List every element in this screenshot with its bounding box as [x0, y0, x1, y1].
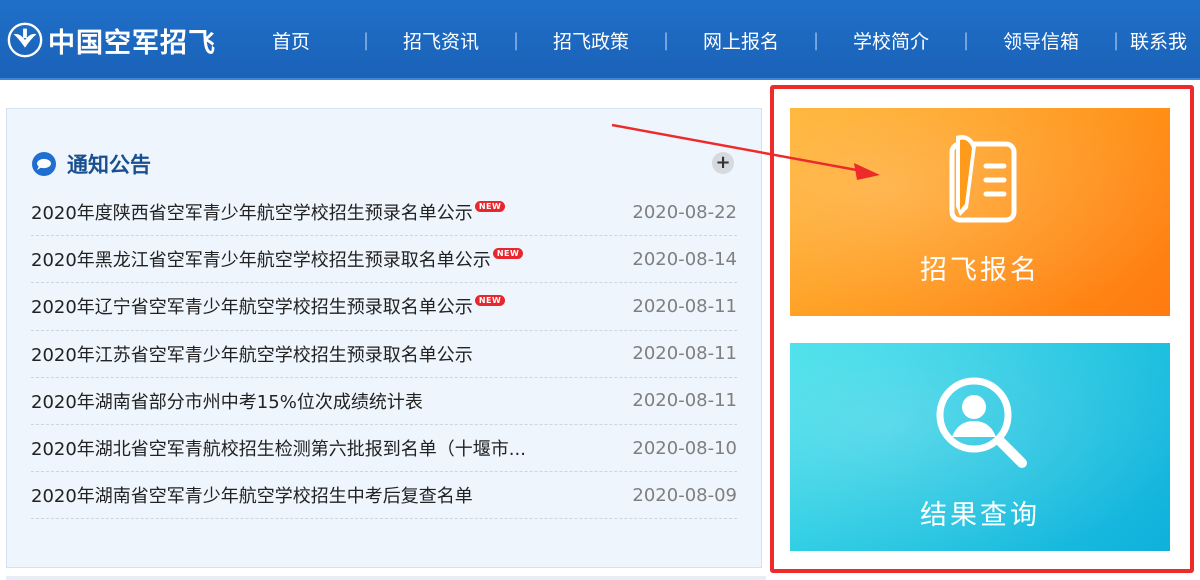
list-item[interactable]: 2020年湖北省空军青航校招生检测第六批报到名单（十堰市... 2020-08-…: [31, 425, 737, 473]
new-badge: NEW: [474, 294, 506, 306]
annotation-arrow-icon: [611, 123, 880, 180]
notice-item-title[interactable]: 2020年度陕西省空军青少年航空学校招生预录名单公示 NEW: [31, 199, 506, 225]
nav-separator: |: [362, 29, 370, 51]
nav-separator: |: [962, 29, 970, 51]
top-navigation-bar: 中国空军招飞 首页 | 招飞资讯 | 招飞政策 | 网上报名 | 学校简介 | …: [0, 0, 1200, 80]
notice-item-title[interactable]: 2020年湖南省空军青少年航空学校招生中考后复查名单: [31, 482, 473, 508]
notice-item-title[interactable]: 2020年江苏省空军青少年航空学校招生预录取名单公示: [31, 341, 473, 367]
nav-separator: |: [662, 29, 670, 51]
notice-item-date: 2020-08-11: [632, 343, 737, 365]
list-item[interactable]: 2020年辽宁省空军青少年航空学校招生预录取名单公示 NEW 2020-08-1…: [31, 283, 737, 331]
section-divider: [6, 576, 766, 580]
notice-item-date: 2020-08-11: [632, 295, 737, 317]
nav-online-registration[interactable]: 网上报名: [680, 27, 802, 54]
notice-item-date: 2020-08-09: [632, 484, 737, 506]
notice-item-date: 2020-08-22: [632, 201, 737, 223]
site-logo[interactable]: 中国空军招飞: [6, 20, 216, 60]
new-badge: NEW: [474, 200, 506, 212]
notice-item-title[interactable]: 2020年辽宁省空军青少年航空学校招生预录取名单公示 NEW: [31, 293, 506, 319]
notice-item-date: 2020-08-11: [632, 390, 737, 412]
speech-bubble-icon: [32, 152, 56, 176]
list-item[interactable]: 2020年江苏省空军青少年航空学校招生预录取名单公示 2020-08-11: [31, 331, 737, 378]
air-force-emblem-icon: [7, 22, 43, 58]
notice-item-title[interactable]: 2020年黑龙江省空军青少年航空学校招生预录取名单公示 NEW: [31, 246, 524, 272]
notice-item-date: 2020-08-10: [632, 437, 737, 459]
list-item[interactable]: 2020年湖南省空军青少年航空学校招生中考后复查名单 2020-08-09: [31, 472, 737, 520]
nav-school-intro[interactable]: 学校简介: [830, 27, 952, 54]
notice-item-title[interactable]: 2020年湖南省部分市州中考15%位次成绩统计表: [31, 388, 423, 414]
nav-separator: |: [1112, 29, 1120, 51]
notice-item-date: 2020-08-14: [632, 248, 737, 270]
notice-item-text[interactable]: 2020年黑龙江省空军青少年航空学校招生预录取名单公示: [31, 246, 491, 272]
nav-policy[interactable]: 招飞政策: [530, 27, 652, 54]
nav-leader-mailbox[interactable]: 领导信箱: [980, 27, 1102, 54]
notice-title: 通知公告: [67, 153, 151, 177]
list-item[interactable]: 2020年黑龙江省空军青少年航空学校招生预录取名单公示 NEW 2020-08-…: [31, 236, 737, 284]
notice-header: 通知公告: [31, 149, 151, 179]
list-item[interactable]: 2020年湖南省部分市州中考15%位次成绩统计表 2020-08-11: [31, 378, 737, 425]
site-logo-text: 中国空军招飞: [48, 27, 216, 59]
nav-home[interactable]: 首页: [230, 27, 352, 54]
nav-separator: |: [812, 29, 820, 51]
list-item[interactable]: 2020年度陕西省空军青少年航空学校招生预录名单公示 NEW 2020-08-2…: [31, 189, 737, 237]
notice-item-title[interactable]: 2020年湖北省空军青航校招生检测第六批报到名单（十堰市...: [31, 435, 526, 461]
nav-contact[interactable]: 联系我: [1130, 27, 1200, 54]
main-nav: 首页 | 招飞资讯 | 招飞政策 | 网上报名 | 学校简介 | 领导信箱 | …: [230, 0, 1200, 80]
new-badge: NEW: [492, 247, 524, 259]
nav-separator: |: [512, 29, 520, 51]
notice-item-text[interactable]: 2020年度陕西省空军青少年航空学校招生预录名单公示: [31, 199, 473, 225]
notice-list: 2020年度陕西省空军青少年航空学校招生预录名单公示 NEW 2020-08-2…: [31, 189, 737, 520]
nav-news[interactable]: 招飞资讯: [380, 27, 502, 54]
notice-item-text[interactable]: 2020年辽宁省空军青少年航空学校招生预录取名单公示: [31, 293, 473, 319]
